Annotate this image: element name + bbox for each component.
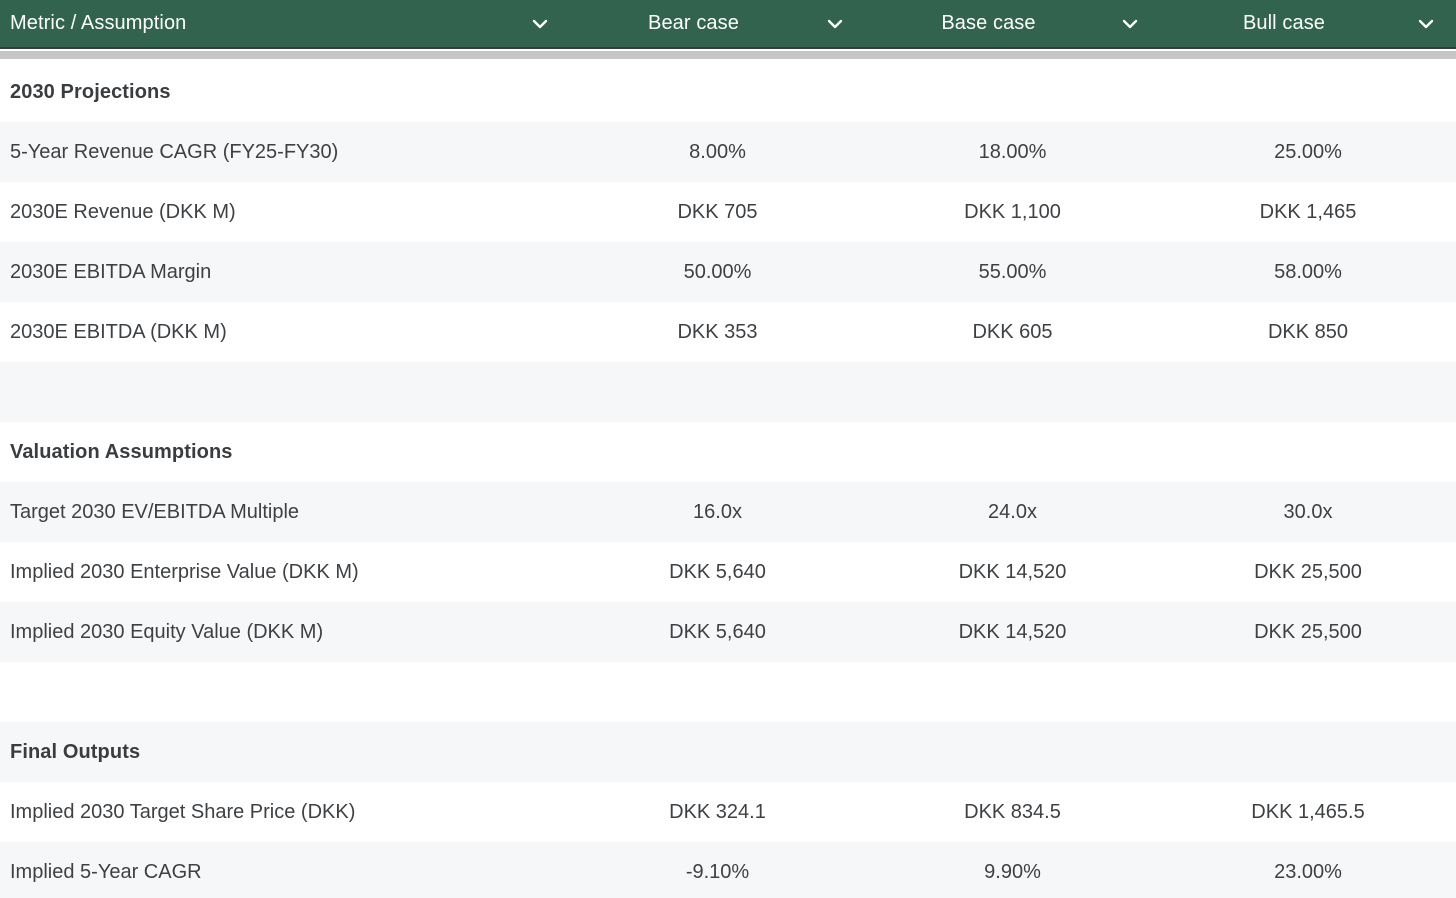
bear-case-cell[interactable]: DKK 324.1 xyxy=(570,801,865,824)
table-header-row: Metric / Assumption Bear case Base case … xyxy=(0,0,1456,49)
base-case-cell[interactable]: 18.00% xyxy=(865,141,1160,164)
table-row: 2030E Revenue (DKK M) DKK 705 DKK 1,100 DKK… xyxy=(0,182,1456,242)
column-header-label: Metric / Assumption xyxy=(10,12,187,34)
column-header-bull-case[interactable]: Bull case xyxy=(1160,0,1456,47)
column-header-label: Bull case xyxy=(1242,12,1326,34)
bear-case-cell[interactable]: 50.00% xyxy=(570,261,865,284)
base-case-cell[interactable]: DKK 834.5 xyxy=(865,801,1160,824)
bull-case-cell[interactable]: 23.00% xyxy=(1160,861,1456,884)
section-header-row: Final Outputs xyxy=(0,722,1456,782)
metric-cell[interactable]: Valuation Assumptions xyxy=(0,441,570,464)
table-body: 2030 Projections 5-Year Revenue CAGR (FY2… xyxy=(0,62,1456,898)
bear-case-cell[interactable]: 8.00% xyxy=(570,141,865,164)
bull-case-cell[interactable]: 25.00% xyxy=(1160,141,1456,164)
base-case-cell[interactable]: DKK 1,100 xyxy=(865,201,1160,224)
bull-case-cell[interactable]: 30.0x xyxy=(1160,501,1456,524)
column-header-metric[interactable]: Metric / Assumption xyxy=(0,0,570,47)
bull-case-cell[interactable]: DKK 25,500 xyxy=(1160,561,1456,584)
chevron-down-icon[interactable] xyxy=(827,19,843,29)
metric-cell[interactable]: Implied 5-Year CAGR xyxy=(0,861,570,884)
base-case-cell[interactable]: 55.00% xyxy=(865,261,1160,284)
header-divider-bar xyxy=(0,51,1456,59)
metric-cell[interactable]: Implied 2030 Enterprise Value (DKK M) xyxy=(0,561,570,584)
base-case-cell[interactable]: DKK 14,520 xyxy=(865,561,1160,584)
bear-case-cell[interactable]: DKK 5,640 xyxy=(570,621,865,644)
column-header-base-case[interactable]: Base case xyxy=(865,0,1160,47)
spacer-row xyxy=(0,362,1456,422)
bull-case-cell[interactable]: DKK 850 xyxy=(1160,321,1456,344)
table-row: Implied 2030 Target Share Price (DKK) DKK… xyxy=(0,782,1456,842)
table-row: Implied 5-Year CAGR -9.10% 9.90% 23.00% xyxy=(0,842,1456,898)
bear-case-cell[interactable]: DKK 5,640 xyxy=(570,561,865,584)
column-header-label: Bear case xyxy=(648,12,739,34)
bull-case-cell[interactable]: 58.00% xyxy=(1160,261,1456,284)
chevron-down-icon[interactable] xyxy=(532,19,548,29)
chevron-down-icon[interactable] xyxy=(1418,19,1434,29)
section-header-row: 2030 Projections xyxy=(0,62,1456,122)
metric-cell[interactable]: 2030E EBITDA (DKK M) xyxy=(0,321,570,344)
base-case-cell[interactable]: 24.0x xyxy=(865,501,1160,524)
metric-cell[interactable]: 2030 Projections xyxy=(0,81,570,104)
table-row: Implied 2030 Equity Value (DKK M) DKK 5,6… xyxy=(0,602,1456,662)
table-row: Target 2030 EV/EBITDA Multiple 16.0x 24.0x… xyxy=(0,482,1456,542)
metric-cell[interactable]: Final Outputs xyxy=(0,741,570,764)
base-case-cell[interactable]: DKK 605 xyxy=(865,321,1160,344)
chevron-down-icon[interactable] xyxy=(1122,19,1138,29)
bull-case-cell[interactable]: DKK 25,500 xyxy=(1160,621,1456,644)
bear-case-cell[interactable]: 16.0x xyxy=(570,501,865,524)
spacer-row xyxy=(0,662,1456,722)
bull-case-cell[interactable]: DKK 1,465.5 xyxy=(1160,801,1456,824)
bear-case-cell[interactable]: -9.10% xyxy=(570,861,865,884)
metric-cell[interactable]: 5-Year Revenue CAGR (FY25-FY30) xyxy=(0,141,570,164)
metric-cell[interactable]: 2030E EBITDA Margin xyxy=(0,261,570,284)
column-header-bear-case[interactable]: Bear case xyxy=(570,0,865,47)
table-row: Implied 2030 Enterprise Value (DKK M) DKK… xyxy=(0,542,1456,602)
table-row: 2030E EBITDA (DKK M) DKK 353 DKK 605 DKK 85… xyxy=(0,302,1456,362)
table-row: 2030E EBITDA Margin 50.00% 55.00% 58.00% xyxy=(0,242,1456,302)
metric-cell[interactable]: Implied 2030 Equity Value (DKK M) xyxy=(0,621,570,644)
metric-cell[interactable]: Implied 2030 Target Share Price (DKK) xyxy=(0,801,570,824)
bear-case-cell[interactable]: DKK 705 xyxy=(570,201,865,224)
base-case-cell[interactable]: DKK 14,520 xyxy=(865,621,1160,644)
metric-cell[interactable]: Target 2030 EV/EBITDA Multiple xyxy=(0,501,570,524)
section-header-row: Valuation Assumptions xyxy=(0,422,1456,482)
table-row: 5-Year Revenue CAGR (FY25-FY30) 8.00% 18.0… xyxy=(0,122,1456,182)
column-header-label: Base case xyxy=(941,12,1036,34)
header-divider xyxy=(0,51,1456,62)
metric-cell[interactable]: 2030E Revenue (DKK M) xyxy=(0,201,570,224)
base-case-cell[interactable]: 9.90% xyxy=(865,861,1160,884)
scenario-table: Metric / Assumption Bear case Base case … xyxy=(0,0,1456,898)
bear-case-cell[interactable]: DKK 353 xyxy=(570,321,865,344)
bull-case-cell[interactable]: DKK 1,465 xyxy=(1160,201,1456,224)
